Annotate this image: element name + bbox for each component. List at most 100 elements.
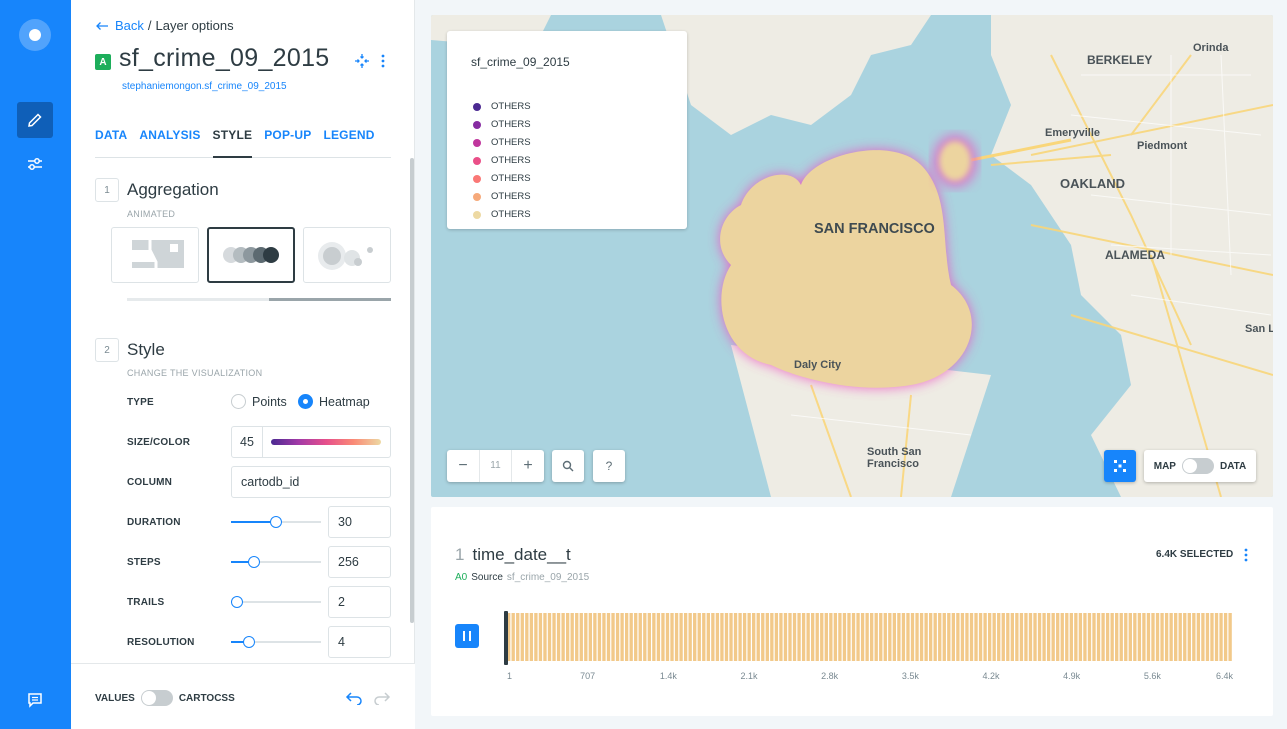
histogram-bar (525, 613, 529, 661)
histogram-bar (1160, 613, 1164, 661)
steps-input[interactable]: 256 (328, 546, 391, 578)
histogram-bar (774, 613, 779, 661)
histogram-bar (1019, 613, 1024, 661)
chat-button[interactable] (17, 682, 53, 718)
more-vertical-icon[interactable] (380, 53, 386, 69)
histogram-bar (874, 613, 878, 661)
histogram-bar (938, 613, 942, 661)
breadcrumb-current: Layer options (155, 18, 234, 33)
histogram-bar (634, 613, 638, 661)
legend-item-label: OTHERS (491, 119, 531, 130)
values-cartocss-toggle[interactable] (140, 690, 173, 706)
histogram-bar (606, 613, 611, 661)
arrow-left-icon (96, 21, 108, 30)
duration-slider[interactable] (231, 516, 321, 528)
legend-swatch (473, 102, 481, 111)
histogram-bar (597, 613, 602, 661)
histogram-bar (942, 613, 946, 661)
histogram-bar (738, 613, 742, 661)
tab-analysis[interactable]: ANALYSIS (139, 128, 200, 158)
radio-unchecked-icon (231, 394, 246, 409)
map-label-oakland: OAKLAND (1060, 176, 1125, 191)
column-select[interactable]: cartodb_id (231, 466, 391, 498)
histogram-bar (811, 613, 815, 661)
histogram-bar (1087, 613, 1092, 661)
trails-input[interactable]: 2 (328, 586, 391, 618)
undo-icon[interactable] (345, 691, 363, 705)
pause-button[interactable] (455, 624, 479, 648)
histogram-bar (910, 613, 915, 661)
size-input[interactable]: 45 (232, 427, 263, 457)
color-ramp-picker[interactable] (271, 439, 381, 445)
layer-source-link[interactable]: stephaniemongon.sf_crime_09_2015 (122, 81, 287, 92)
tab-style[interactable]: STYLE (212, 128, 253, 158)
features-button[interactable] (1104, 450, 1136, 482)
redo-icon[interactable] (373, 691, 391, 705)
center-focus-icon[interactable] (354, 53, 370, 69)
histogram-bar (1096, 613, 1101, 661)
size-color-label: SIZE/COLOR (127, 437, 191, 448)
histogram-bar (1196, 613, 1201, 661)
help-button[interactable]: ? (593, 450, 625, 482)
histogram-bar (579, 613, 583, 661)
map-data-toggle[interactable] (1181, 458, 1214, 474)
aggregation-option-animated[interactable] (207, 227, 295, 283)
map-label-piedmont: Piedmont (1137, 140, 1188, 152)
zoom-in-button[interactable]: + (512, 457, 544, 475)
resolution-input[interactable]: 4 (328, 626, 391, 658)
widget-options-icon[interactable] (1243, 547, 1249, 563)
legend-swatch (473, 120, 481, 129)
histogram-bar (593, 613, 597, 661)
aggregation-option-squares[interactable] (111, 227, 199, 283)
histogram-bar (756, 613, 760, 661)
histogram-bar (1042, 613, 1046, 661)
histogram-bar (1110, 613, 1114, 661)
histogram-bar (788, 613, 792, 661)
aggregation-option-heatmap[interactable] (303, 227, 391, 283)
search-button[interactable] (552, 450, 584, 482)
time-cursor-handle[interactable] (504, 611, 508, 665)
trails-slider[interactable] (231, 596, 321, 608)
histogram-bar (779, 613, 783, 661)
tab-data[interactable]: DATA (95, 128, 127, 158)
panel-scrollbar[interactable] (410, 158, 414, 623)
zoom-out-button[interactable]: − (447, 457, 479, 475)
histogram-bar (661, 613, 665, 661)
resolution-slider[interactable] (231, 636, 321, 648)
map-canvas[interactable]: Orinda BERKELEY Emeryville Piedmont OAKL… (431, 15, 1273, 497)
histogram-bar (1037, 613, 1042, 661)
aggregation-step-number: 1 (95, 178, 119, 202)
histogram-bar (702, 613, 706, 661)
edit-nav-button[interactable] (17, 102, 53, 138)
type-radio-heatmap[interactable]: Heatmap (298, 394, 370, 409)
map-label-alameda: ALAMEDA (1105, 248, 1165, 262)
aggregation-scrollbar[interactable] (127, 298, 391, 301)
layer-title[interactable]: sf_crime_09_2015 (119, 44, 330, 73)
style-subtitle: CHANGE THE VISUALIZATION (127, 368, 263, 378)
histogram-bar (1006, 613, 1010, 661)
legend-item: OTHERS (473, 173, 531, 184)
tab-popup[interactable]: POP-UP (264, 128, 311, 158)
histogram-bar (711, 613, 715, 661)
histogram-bar (1219, 613, 1223, 661)
tab-legend[interactable]: LEGEND (323, 128, 374, 158)
type-radio-points[interactable]: Points (231, 394, 287, 409)
steps-slider[interactable] (231, 556, 321, 568)
map-toggle-label: MAP (1153, 460, 1176, 472)
histogram-bar (552, 613, 556, 661)
legend-swatch (473, 138, 481, 147)
trails-label: TRAILS (127, 597, 165, 608)
carto-logo[interactable] (19, 19, 51, 51)
histogram-bar (1024, 613, 1028, 661)
settings-nav-button[interactable] (17, 146, 53, 182)
duration-input[interactable]: 30 (328, 506, 391, 538)
histogram-bar (860, 613, 865, 661)
histogram-bar (1046, 613, 1051, 661)
time-histogram[interactable]: 1 707 1.4k 2.1k 2.8k 3.5k 4.2k 4.9k 5.6k 6.4k (491, 605, 1251, 687)
histogram-bar (733, 613, 738, 661)
histogram-bar (765, 613, 769, 661)
histogram-bar (815, 613, 819, 661)
breadcrumb: Back / Layer options (95, 18, 234, 33)
histogram-tick-label: 6.4k (1216, 671, 1234, 681)
back-link[interactable]: Back (95, 18, 144, 33)
